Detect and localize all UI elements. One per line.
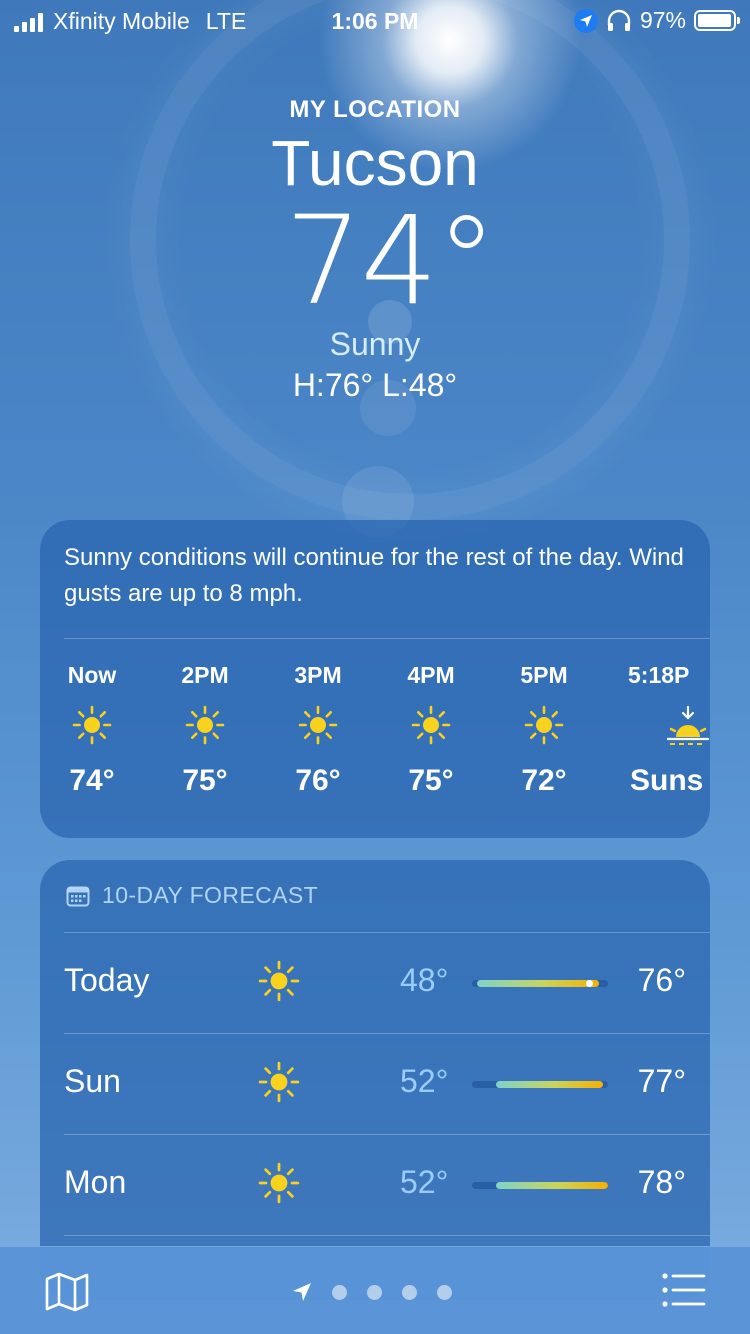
hour-label: 2PM [181,662,229,688]
page-dot[interactable] [332,1284,347,1300]
hourly-strip[interactable]: Now 74° 2PM 75° 3PM 76° 4PM 75° 5PM 72° … [40,662,710,832]
current-weather: MY LOCATION Tucson 74° Sunny H:76° L:48° [0,96,750,404]
current-temp-dot [585,980,593,987]
forecast-row[interactable]: Today 48° 76° [64,932,686,1032]
page-dot[interactable] [437,1284,452,1300]
sun-icon [150,700,260,750]
forecast-day: Today [64,962,150,998]
sunset-icon [628,700,710,750]
temperature-range-fill [495,1182,608,1189]
sun-icon [263,700,373,750]
sun-icon [258,1061,300,1108]
forecast-high: 78° [637,1164,686,1200]
hour-temp: 72° [521,764,567,797]
map-icon[interactable] [44,1271,90,1318]
current-condition: Sunny [329,325,421,362]
page-indicator[interactable] [292,1282,452,1302]
location-icon [573,8,598,33]
sun-icon [489,700,599,750]
hour-label: 5PM [520,662,568,688]
hour-label: 5:18P [628,662,690,688]
page-dot[interactable] [402,1284,417,1300]
divider [64,638,710,639]
hour-temp: 74° [69,764,115,797]
forecast-high: 77° [637,1063,686,1099]
city-name: Tucson [271,127,479,199]
temperature-range-bar [472,1182,608,1189]
hour-label: 4PM [407,662,455,688]
temperature-range-bar [472,980,608,987]
sun-icon [376,700,486,750]
hour-item: 3PM 76° [263,662,373,798]
hour-item: 5:18P Suns [628,662,710,798]
temperature-range-fill [477,980,599,987]
forecast-row[interactable]: Mon 52° 78° [64,1134,686,1234]
forecast-day: Mon [64,1164,127,1200]
headphones-icon [607,9,631,31]
forecast-high: 76° [637,962,686,998]
forecast-header: 10-DAY FORECAST [66,882,318,909]
hour-temp: Suns [630,764,704,797]
hour-item: 5PM 72° [489,662,599,798]
hour-label: Now [67,662,117,688]
forecast-low: 52° [400,1063,449,1099]
forecast-day: Sun [64,1063,121,1099]
calendar-icon [66,886,90,906]
forecast-title: 10-DAY FORECAST [102,882,319,908]
hour-item: Now 74° [40,662,147,798]
hour-item: 4PM 75° [376,662,486,798]
temperature-range-fill [495,1081,604,1088]
current-temperature: 74° [284,190,497,333]
bottom-toolbar [0,1246,750,1334]
high-low: H:76° L:48° [292,366,458,403]
hour-temp: 75° [408,764,454,797]
hour-temp: 75° [182,764,228,797]
hourly-forecast-card[interactable]: Sunny conditions will continue for the r… [40,520,710,838]
page-dot[interactable] [367,1284,382,1300]
location-arrow-icon[interactable] [292,1282,312,1302]
forecast-low: 52° [400,1164,449,1200]
forecast-row[interactable]: Sun 52° 77° [64,1033,686,1133]
hour-item: 2PM 75° [150,662,260,798]
list-icon[interactable] [662,1273,706,1312]
location-label: MY LOCATION [289,96,461,123]
hour-temp: 76° [295,764,341,797]
sun-icon [258,1162,300,1209]
sun-icon [258,960,300,1007]
hour-label: 3PM [294,662,342,688]
forecast-low: 48° [400,962,449,998]
divider [64,1235,710,1236]
temperature-range-bar [472,1081,608,1088]
sun-icon [40,700,147,750]
battery-icon [694,10,740,31]
battery-percent: 97% [639,7,686,33]
ten-day-forecast-card[interactable]: 10-DAY FORECAST Today 48° 76° Sun 52° 77… [40,860,710,1300]
status-bar: Xfinity Mobile LTE 1:06 PM 97% [0,0,750,40]
weather-summary: Sunny conditions will continue for the r… [64,544,684,607]
